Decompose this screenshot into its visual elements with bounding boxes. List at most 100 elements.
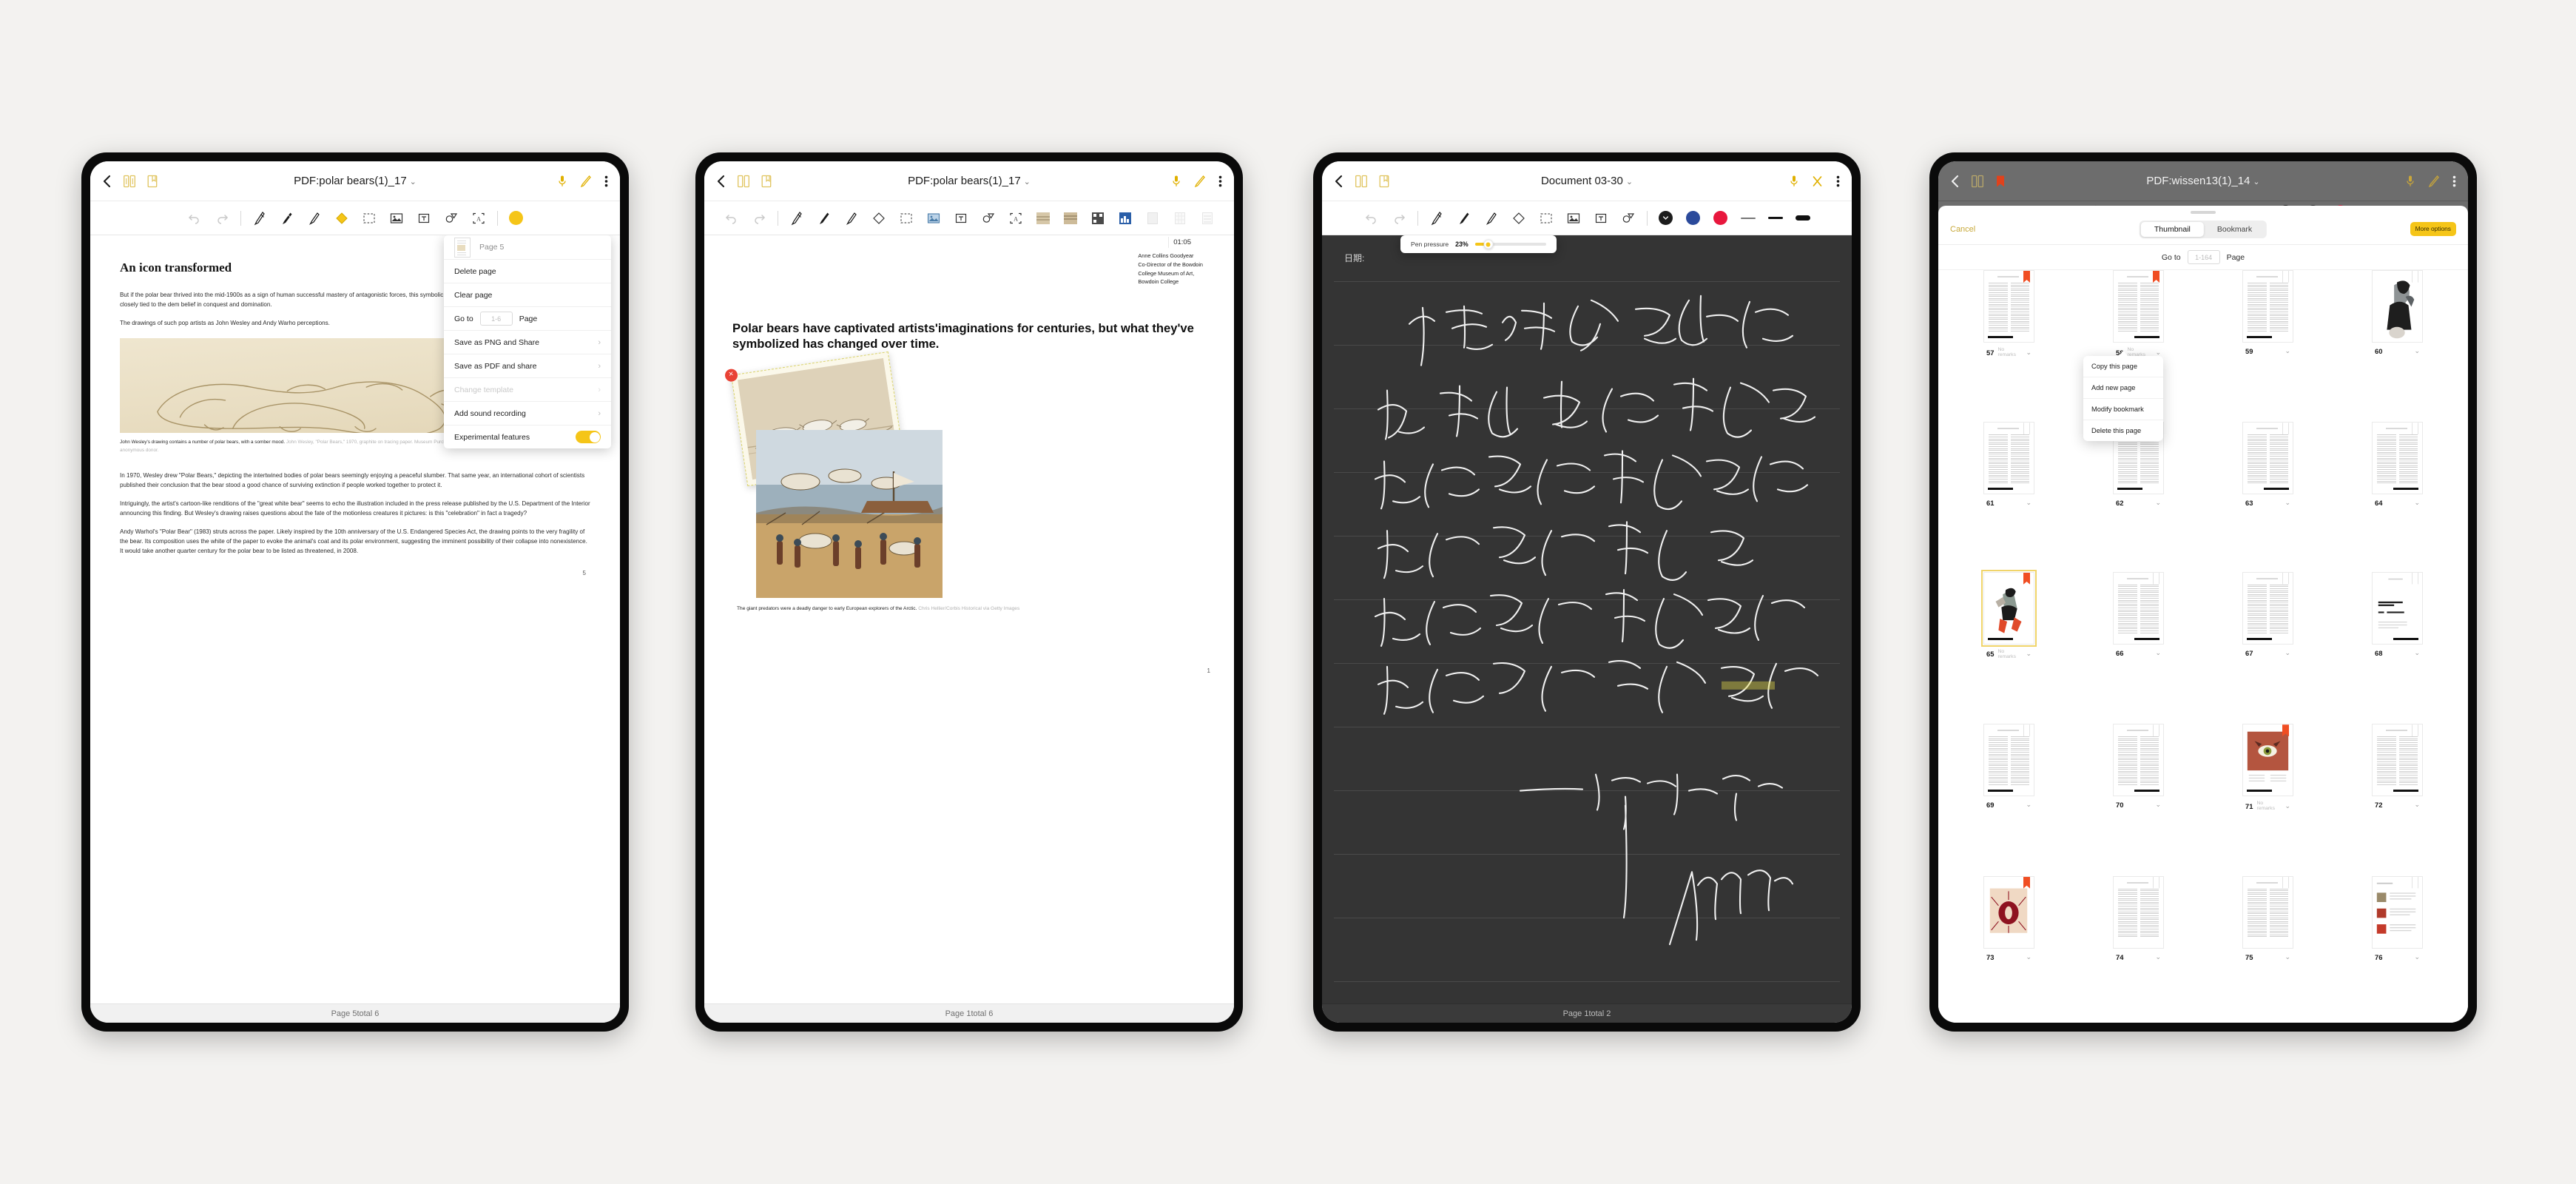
page-thumbnail[interactable] bbox=[2113, 571, 2164, 645]
menu-item-save-pdf[interactable]: Save as PDF and share › bbox=[444, 354, 611, 377]
fountain-pen-icon[interactable] bbox=[1428, 209, 1446, 227]
more-options-button[interactable]: More options bbox=[2410, 221, 2456, 237]
chevron-down-icon[interactable]: ⌄ bbox=[2414, 499, 2420, 507]
redo-icon[interactable] bbox=[750, 209, 768, 227]
fountain-pen-icon[interactable] bbox=[251, 209, 269, 227]
chevron-down-icon[interactable]: ⌄ bbox=[2414, 649, 2420, 657]
thumbnail-grid[interactable]: 57 No remarks ⌄ 58 No remarks ⌄ 59 ⌄ 60 ⌄ 61 ⌄ 62 ⌄ 63… bbox=[1938, 263, 2468, 1023]
page-layout-icon[interactable] bbox=[1972, 175, 1983, 188]
page-thumbnail[interactable] bbox=[1983, 422, 2034, 495]
template-thumb-1-icon[interactable] bbox=[1034, 209, 1052, 227]
bookmark-icon[interactable] bbox=[761, 175, 772, 188]
chevron-down-icon[interactable]: ⌄ bbox=[2155, 349, 2161, 357]
undo-icon[interactable] bbox=[723, 209, 741, 227]
chevron-down-icon[interactable]: ⌄ bbox=[2026, 953, 2032, 961]
lasso-select-icon[interactable] bbox=[897, 209, 915, 227]
text-box-icon[interactable] bbox=[415, 209, 433, 227]
chevron-down-icon[interactable]: ⌄ bbox=[2155, 953, 2161, 961]
thumbnail-cell[interactable]: 59 ⌄ bbox=[2209, 270, 2327, 419]
thumbnail-cell[interactable]: 67 ⌄ bbox=[2209, 571, 2327, 721]
shape-icon[interactable] bbox=[980, 209, 997, 227]
template-thumb-4-icon[interactable] bbox=[1116, 209, 1134, 227]
chevron-down-icon[interactable]: ⌄ bbox=[2155, 649, 2161, 657]
pen-icon[interactable] bbox=[1194, 175, 1205, 188]
eraser-icon[interactable] bbox=[870, 209, 888, 227]
page-thumbnail[interactable] bbox=[2242, 724, 2293, 797]
undo-icon[interactable] bbox=[186, 209, 203, 227]
context-item-delete-page[interactable]: Delete this page bbox=[2083, 420, 2163, 441]
page-thumbnail[interactable] bbox=[2242, 422, 2293, 495]
chevron-down-icon[interactable]: ⌄ bbox=[2253, 178, 2259, 186]
microphone-icon[interactable] bbox=[1790, 175, 1798, 188]
menu-item-experimental-features[interactable]: Experimental features bbox=[444, 425, 611, 448]
thumbnail-cell[interactable]: 65 No remarks ⌄ bbox=[1950, 569, 2068, 721]
chevron-left-icon[interactable] bbox=[1334, 175, 1343, 188]
menu-item-delete-page[interactable]: Delete page bbox=[444, 259, 611, 283]
page-thumbnail[interactable] bbox=[1983, 875, 2034, 949]
highlighter-icon[interactable] bbox=[333, 209, 351, 227]
ballpoint-pen-icon[interactable] bbox=[278, 209, 296, 227]
chevron-down-icon[interactable]: ⌄ bbox=[2414, 347, 2420, 355]
marker-icon[interactable] bbox=[843, 209, 860, 227]
chevron-down-icon[interactable]: ⌄ bbox=[2026, 801, 2032, 809]
page-thumbnail[interactable] bbox=[2113, 724, 2164, 797]
page-thumbnail[interactable] bbox=[2372, 875, 2423, 949]
document-viewport[interactable]: Anne Collins Goodyear Co-Director of the… bbox=[704, 235, 1234, 1003]
fountain-pen-icon[interactable] bbox=[788, 209, 806, 227]
page-grid-icon[interactable] bbox=[1171, 209, 1189, 227]
text-box-icon[interactable] bbox=[1592, 209, 1610, 227]
shape-icon[interactable] bbox=[1619, 209, 1637, 227]
color-swatch-red[interactable] bbox=[1712, 209, 1730, 227]
chevron-down-icon[interactable]: ⌄ bbox=[410, 178, 417, 186]
menu-item-goto-page[interactable]: Go to 1-6 Page bbox=[444, 306, 611, 330]
pen-pressure-slider[interactable] bbox=[1474, 239, 1546, 249]
microphone-icon[interactable] bbox=[1172, 175, 1181, 188]
lasso-select-icon[interactable] bbox=[360, 209, 378, 227]
overflow-menu-icon[interactable] bbox=[2452, 175, 2456, 188]
page-thumbnail[interactable] bbox=[2372, 422, 2423, 495]
thumbnail-cell[interactable]: 60 ⌄ bbox=[2339, 270, 2456, 419]
template-thumb-2-icon[interactable] bbox=[1062, 209, 1079, 227]
page-layout-icon[interactable] bbox=[1355, 175, 1367, 188]
ballpoint-pen-icon-active[interactable] bbox=[1455, 209, 1473, 227]
page-thumbnail[interactable] bbox=[2242, 875, 2293, 949]
chevron-down-icon[interactable]: ⌄ bbox=[2026, 349, 2032, 357]
ocr-icon[interactable]: A bbox=[470, 209, 488, 227]
stroke-width-thick[interactable] bbox=[1794, 209, 1812, 227]
pen-icon[interactable] bbox=[2428, 175, 2439, 188]
color-swatch-blue[interactable] bbox=[1685, 209, 1702, 227]
insert-image-icon[interactable] bbox=[925, 209, 943, 227]
undo-icon[interactable] bbox=[1363, 209, 1380, 227]
thumbnail-cell[interactable]: 69 ⌄ bbox=[1950, 724, 2068, 872]
microphone-icon[interactable] bbox=[558, 175, 567, 188]
recording-timestamp[interactable]: 01:05 bbox=[1168, 237, 1196, 248]
note-viewport[interactable]: 日期: Pen pressure 23% bbox=[1322, 235, 1852, 1003]
chevron-down-icon[interactable]: ⌄ bbox=[2414, 953, 2420, 961]
page-thumbnail[interactable] bbox=[2113, 875, 2164, 949]
chevron-down-icon[interactable]: ⌄ bbox=[2285, 499, 2290, 507]
chevron-down-icon[interactable]: ⌄ bbox=[2285, 802, 2290, 810]
overflow-menu-icon[interactable] bbox=[604, 175, 608, 188]
chevron-down-icon[interactable]: ⌄ bbox=[1024, 178, 1031, 186]
stroke-width-hairline[interactable] bbox=[1739, 209, 1757, 227]
thumbnail-cell[interactable]: 57 No remarks ⌄ bbox=[1950, 270, 2068, 419]
page-thumbnail[interactable] bbox=[2242, 571, 2293, 645]
thumbnail-cell[interactable]: 64 ⌄ bbox=[2339, 422, 2456, 568]
menu-item-page-thumb[interactable]: Page 5 bbox=[444, 235, 611, 259]
chevron-down-icon[interactable]: ⌄ bbox=[1626, 178, 1633, 186]
bookmark-icon[interactable] bbox=[1379, 175, 1389, 188]
tab-bookmark[interactable]: Bookmark bbox=[2204, 222, 2265, 237]
page-lines-icon[interactable] bbox=[1198, 209, 1216, 227]
page-thumbnail[interactable] bbox=[2372, 571, 2423, 645]
cancel-button[interactable]: Cancel bbox=[1950, 225, 1975, 234]
page-thumbnail[interactable] bbox=[2372, 270, 2423, 343]
context-item-add-new-page[interactable]: Add new page bbox=[2083, 377, 2163, 398]
context-item-modify-bookmark[interactable]: Modify bookmark bbox=[2083, 398, 2163, 420]
tab-thumbnail[interactable]: Thumbnail bbox=[2140, 221, 2204, 237]
page-blank-icon[interactable] bbox=[1144, 209, 1161, 227]
thumbnail-cell[interactable]: 71 No remarks ⌄ bbox=[2209, 724, 2327, 872]
menu-item-add-sound-recording[interactable]: Add sound recording › bbox=[444, 401, 611, 425]
chevron-left-icon[interactable] bbox=[102, 175, 112, 188]
chevron-down-icon[interactable]: ⌄ bbox=[2285, 649, 2290, 657]
thumbnail-cell[interactable]: 75 ⌄ bbox=[2209, 875, 2327, 1023]
